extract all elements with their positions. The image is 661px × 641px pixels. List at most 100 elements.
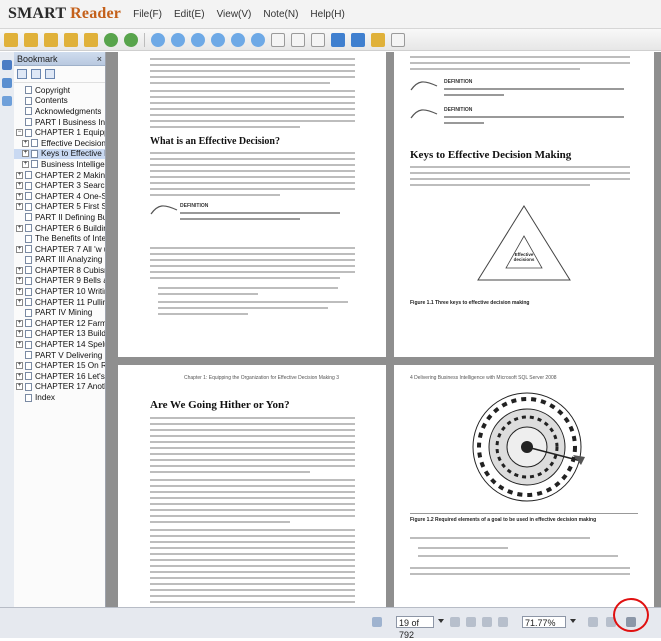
menu-edit[interactable]: Edit(E) bbox=[174, 9, 205, 20]
bookmark-item[interactable]: PART V Delivering bbox=[14, 350, 105, 361]
bookmark-item[interactable]: PART II Defining Busi bbox=[14, 212, 105, 223]
bookmark-item[interactable]: + CHAPTER 13 Building bbox=[14, 329, 105, 340]
thumbnail-panel-icon[interactable] bbox=[2, 78, 12, 88]
bookmark-options-icon[interactable] bbox=[31, 69, 41, 79]
last-page-icon[interactable] bbox=[211, 32, 225, 47]
bookmark-item[interactable]: + CHAPTER 16 Let's Ge bbox=[14, 371, 105, 382]
fit-width-icon[interactable] bbox=[331, 32, 345, 47]
bookmark-item[interactable]: Contents bbox=[14, 96, 105, 107]
open-file-icon[interactable] bbox=[4, 32, 18, 47]
page-dropdown-icon[interactable] bbox=[438, 619, 444, 623]
expand-icon[interactable]: + bbox=[16, 288, 23, 296]
expand-icon[interactable]: + bbox=[16, 171, 23, 179]
menu-help[interactable]: Help(H) bbox=[310, 9, 344, 20]
bookmark-item[interactable]: + CHAPTER 9 Bells and bbox=[14, 276, 105, 287]
bookmark-panel-icon[interactable] bbox=[2, 60, 12, 70]
back-icon[interactable] bbox=[104, 32, 118, 47]
bookmark-item[interactable]: Copyright bbox=[14, 85, 105, 96]
bookmark-item[interactable]: + CHAPTER 4 One-Stop bbox=[14, 191, 105, 202]
bookmark-item[interactable]: + Keys to Effective D bbox=[14, 148, 105, 160]
bookmark-item[interactable]: + CHAPTER 11 Pulling t bbox=[14, 297, 105, 308]
bookmark-item[interactable]: − CHAPTER 1 Equipping bbox=[14, 127, 105, 138]
previous-page-icon[interactable] bbox=[171, 32, 185, 47]
expand-icon[interactable]: + bbox=[22, 139, 29, 147]
expand-icon[interactable]: + bbox=[16, 203, 23, 211]
expand-icon[interactable]: + bbox=[16, 224, 23, 232]
zoom-dropdown-icon[interactable] bbox=[570, 619, 576, 623]
expand-bookmark-icon[interactable] bbox=[17, 69, 27, 79]
bookmark-label: CHAPTER 1 Equipping bbox=[35, 128, 105, 138]
properties-icon[interactable] bbox=[84, 32, 98, 47]
document-icon bbox=[25, 128, 32, 137]
rotate-icon[interactable] bbox=[351, 32, 365, 47]
bookmark-item[interactable]: + CHAPTER 6 Building F bbox=[14, 223, 105, 234]
next-page-button[interactable] bbox=[466, 617, 476, 627]
bookmark-item[interactable]: PART IV Mining bbox=[14, 307, 105, 318]
snapshot-icon[interactable] bbox=[391, 32, 405, 47]
facing-view-icon[interactable] bbox=[311, 32, 325, 47]
previous-page-button[interactable] bbox=[372, 617, 382, 627]
expand-icon[interactable]: + bbox=[16, 266, 23, 274]
copy-icon[interactable] bbox=[64, 32, 78, 47]
bookmark-item[interactable]: Acknowledgments bbox=[14, 106, 105, 117]
document-icon bbox=[25, 181, 32, 190]
single-page-view-icon[interactable] bbox=[271, 32, 285, 47]
next-page-icon[interactable] bbox=[191, 32, 205, 47]
zoom-out-button[interactable] bbox=[498, 617, 508, 627]
bookmark-item[interactable]: PART III Analyzing Cu bbox=[14, 255, 105, 266]
logo-text-reader: Reader bbox=[70, 5, 122, 22]
expand-icon[interactable]: + bbox=[16, 362, 23, 370]
bookmark-page-icon[interactable] bbox=[45, 69, 55, 79]
continuous-view-icon[interactable] bbox=[291, 32, 305, 47]
bookmark-label: PART IV Mining bbox=[35, 308, 93, 318]
zoom-field[interactable]: 71.77% bbox=[522, 616, 566, 628]
menu-view[interactable]: View(V) bbox=[217, 9, 252, 20]
expand-icon[interactable]: + bbox=[16, 383, 23, 391]
bookmark-label: CHAPTER 12 Farming bbox=[35, 318, 105, 328]
expand-icon[interactable]: + bbox=[16, 330, 23, 338]
document-viewer[interactable]: What is an Effective Decision? DEFINITIO… bbox=[106, 52, 661, 607]
bookmark-item[interactable]: Index bbox=[14, 392, 105, 403]
expand-icon[interactable]: + bbox=[16, 245, 23, 253]
bookmark-item[interactable]: + CHAPTER 2 Making th bbox=[14, 170, 105, 181]
zoom-in-icon[interactable] bbox=[231, 32, 245, 47]
collapse-icon[interactable]: − bbox=[16, 129, 23, 137]
last-page-button[interactable] bbox=[482, 617, 492, 627]
expand-icon[interactable]: + bbox=[16, 182, 23, 190]
select-tool-icon[interactable] bbox=[371, 32, 385, 47]
bookmark-item[interactable]: + CHAPTER 5 First Step bbox=[14, 202, 105, 213]
bookmark-item[interactable]: + CHAPTER 7 All 'w up bbox=[14, 244, 105, 255]
save-icon[interactable] bbox=[24, 32, 38, 47]
bookmark-item[interactable]: + CHAPTER 14 Spelunki bbox=[14, 339, 105, 350]
zoom-in-button[interactable] bbox=[588, 617, 598, 627]
expand-icon[interactable]: + bbox=[16, 319, 23, 327]
bookmark-item[interactable]: + CHAPTER 17 Another bbox=[14, 382, 105, 393]
section-heading: Keys to Effective Decision Making bbox=[410, 149, 572, 161]
annotation-panel-icon[interactable] bbox=[2, 96, 12, 106]
bookmark-item[interactable]: + CHAPTER 3 Searching bbox=[14, 180, 105, 191]
bookmark-item[interactable]: + CHAPTER 10 Writing bbox=[14, 286, 105, 297]
expand-icon[interactable]: + bbox=[16, 341, 23, 349]
bookmark-item[interactable]: + CHAPTER 12 Farming bbox=[14, 318, 105, 329]
expand-icon[interactable]: + bbox=[16, 298, 23, 306]
menu-file[interactable]: File(F) bbox=[133, 9, 162, 20]
page-number-field[interactable]: 19 of 792 bbox=[396, 616, 434, 640]
bookmark-item[interactable]: The Benefits of Integ bbox=[14, 233, 105, 244]
bookmark-item[interactable]: + CHAPTER 8 Cubism– bbox=[14, 265, 105, 276]
bookmark-item[interactable]: + Business Intelligen bbox=[14, 159, 105, 170]
expand-icon[interactable]: + bbox=[16, 277, 23, 285]
zoom-out-icon[interactable] bbox=[251, 32, 265, 47]
bookmark-item[interactable]: + CHAPTER 15 On Repo bbox=[14, 360, 105, 371]
bookmark-item[interactable]: + Effective Decision bbox=[14, 138, 105, 149]
expand-icon[interactable]: + bbox=[22, 150, 29, 158]
expand-icon[interactable]: + bbox=[22, 160, 29, 168]
bookmark-item[interactable]: PART I Business Intel bbox=[14, 117, 105, 128]
expand-icon[interactable]: + bbox=[16, 372, 23, 380]
menu-note[interactable]: Note(N) bbox=[263, 9, 298, 20]
first-page-icon[interactable] bbox=[151, 32, 165, 47]
print-icon[interactable] bbox=[44, 32, 58, 47]
first-page-button[interactable] bbox=[450, 617, 460, 627]
forward-icon[interactable] bbox=[124, 32, 138, 47]
close-panel-icon[interactable]: × bbox=[97, 54, 102, 64]
expand-icon[interactable]: + bbox=[16, 192, 23, 200]
